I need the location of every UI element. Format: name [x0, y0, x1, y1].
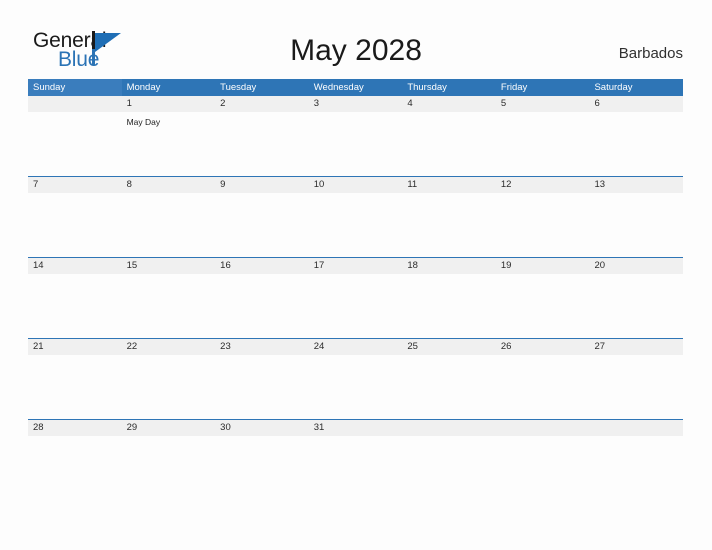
- day-cell[interactable]: [402, 193, 496, 257]
- week-date-band: 14 15 16 17 18 19 20: [28, 258, 683, 274]
- day-number[interactable]: 2: [215, 96, 309, 112]
- day-number[interactable]: 13: [589, 177, 683, 193]
- day-cell[interactable]: [309, 436, 403, 500]
- week-event-band: [28, 193, 683, 257]
- week-event-band: [28, 355, 683, 419]
- day-cell[interactable]: [28, 274, 122, 338]
- day-cell[interactable]: [122, 274, 216, 338]
- day-cell[interactable]: [309, 355, 403, 419]
- day-cell[interactable]: [402, 112, 496, 176]
- day-number[interactable]: 29: [122, 420, 216, 436]
- day-cell[interactable]: [28, 436, 122, 500]
- day-number[interactable]: 9: [215, 177, 309, 193]
- day-cell[interactable]: [589, 355, 683, 419]
- week-date-band: 7 8 9 10 11 12 13: [28, 177, 683, 193]
- day-number[interactable]: 14: [28, 258, 122, 274]
- weekday-header-tuesday: Tuesday: [215, 79, 309, 96]
- day-cell[interactable]: [589, 193, 683, 257]
- holiday-event-label: May Day: [126, 117, 161, 127]
- day-number[interactable]: 4: [402, 96, 496, 112]
- day-cell: [402, 436, 496, 500]
- weekday-header-sunday: Sunday: [28, 79, 122, 96]
- day-cell[interactable]: [309, 193, 403, 257]
- day-number[interactable]: 18: [402, 258, 496, 274]
- day-cell[interactable]: [496, 274, 590, 338]
- day-number-empty: [589, 420, 683, 436]
- day-cell[interactable]: [122, 436, 216, 500]
- day-number-empty: [402, 420, 496, 436]
- day-number[interactable]: 3: [309, 96, 403, 112]
- day-number[interactable]: 17: [309, 258, 403, 274]
- day-number[interactable]: 30: [215, 420, 309, 436]
- day-cell[interactable]: [309, 274, 403, 338]
- day-number[interactable]: 19: [496, 258, 590, 274]
- day-cell[interactable]: [215, 436, 309, 500]
- page-title: May 2028: [290, 34, 422, 67]
- day-number[interactable]: 1: [122, 96, 216, 112]
- weekday-header-monday: Monday: [121, 79, 216, 96]
- day-cell[interactable]: [496, 193, 590, 257]
- day-number[interactable]: 8: [122, 177, 216, 193]
- weekday-header-wednesday: Wednesday: [308, 79, 403, 96]
- day-cell[interactable]: [589, 274, 683, 338]
- day-cell[interactable]: [28, 193, 122, 257]
- day-cell[interactable]: [589, 112, 683, 176]
- day-number[interactable]: 28: [28, 420, 122, 436]
- day-number[interactable]: 21: [28, 339, 122, 355]
- day-number[interactable]: 10: [309, 177, 403, 193]
- weekday-header-thursday: Thursday: [402, 79, 496, 96]
- day-number[interactable]: 16: [215, 258, 309, 274]
- day-cell[interactable]: [215, 355, 309, 419]
- day-cell[interactable]: [122, 193, 216, 257]
- day-number[interactable]: 12: [496, 177, 590, 193]
- page-header: General Blue May 2028 Barbados: [0, 0, 712, 79]
- day-cell: [28, 112, 122, 176]
- day-cell[interactable]: [215, 274, 309, 338]
- day-cell: [589, 436, 683, 500]
- day-number[interactable]: 31: [309, 420, 403, 436]
- calendar-week-row: 14 15 16 17 18 19 20: [28, 257, 683, 338]
- calendar-week-row: 21 22 23 24 25 26 27: [28, 338, 683, 419]
- day-number[interactable]: 6: [589, 96, 683, 112]
- day-cell[interactable]: May Day: [122, 112, 216, 176]
- day-cell[interactable]: [309, 112, 403, 176]
- day-number[interactable]: 26: [496, 339, 590, 355]
- week-event-band: May Day: [28, 112, 683, 176]
- day-number[interactable]: 23: [215, 339, 309, 355]
- calendar-week-row: 7 8 9 10 11 12 13: [28, 176, 683, 257]
- day-cell[interactable]: [402, 355, 496, 419]
- day-number[interactable]: 20: [589, 258, 683, 274]
- week-date-band: 28 29 30 31: [28, 420, 683, 436]
- day-number[interactable]: 11: [402, 177, 496, 193]
- day-cell[interactable]: [215, 193, 309, 257]
- day-number[interactable]: 27: [589, 339, 683, 355]
- day-cell: [496, 436, 590, 500]
- weekday-header-saturday: Saturday: [589, 79, 684, 96]
- week-date-band: 123456: [28, 96, 683, 112]
- day-cell[interactable]: [402, 274, 496, 338]
- week-event-band: [28, 274, 683, 338]
- calendar-week-rows: 1 2 3 4 5 6 May Day 7 8 9 10 11 12 13 14 15 16 17 18 19 20 21…: [28, 96, 683, 500]
- day-number[interactable]: 25: [402, 339, 496, 355]
- calendar-grid: Sunday Monday Tuesday Wednesday Thursday Frid…: [28, 79, 684, 500]
- weekday-header-row: Sunday Monday Tuesday Wednesday Thursday Frid…: [28, 79, 684, 96]
- day-number[interactable]: 15: [122, 258, 216, 274]
- weekday-header-friday: Friday: [495, 79, 590, 96]
- week-date-band: 21 22 23 24 25 26 27: [28, 339, 683, 355]
- day-number-empty: [496, 420, 590, 436]
- day-cell[interactable]: [496, 355, 590, 419]
- week-event-band: [28, 436, 683, 500]
- day-cell[interactable]: [496, 112, 590, 176]
- calendar-week-row: 28 29 30 31: [28, 419, 683, 500]
- day-cell[interactable]: [122, 355, 216, 419]
- day-number[interactable]: 22: [122, 339, 216, 355]
- day-number-empty: [28, 96, 122, 112]
- day-cell[interactable]: [28, 355, 122, 419]
- calendar-week-row: 1 2 3 4 5 6 May Day: [28, 96, 683, 176]
- day-number[interactable]: 7: [28, 177, 122, 193]
- country-label: Barbados: [618, 45, 683, 62]
- day-cell[interactable]: [215, 112, 309, 176]
- day-number[interactable]: 24: [309, 339, 403, 355]
- day-number[interactable]: 5: [496, 96, 590, 112]
